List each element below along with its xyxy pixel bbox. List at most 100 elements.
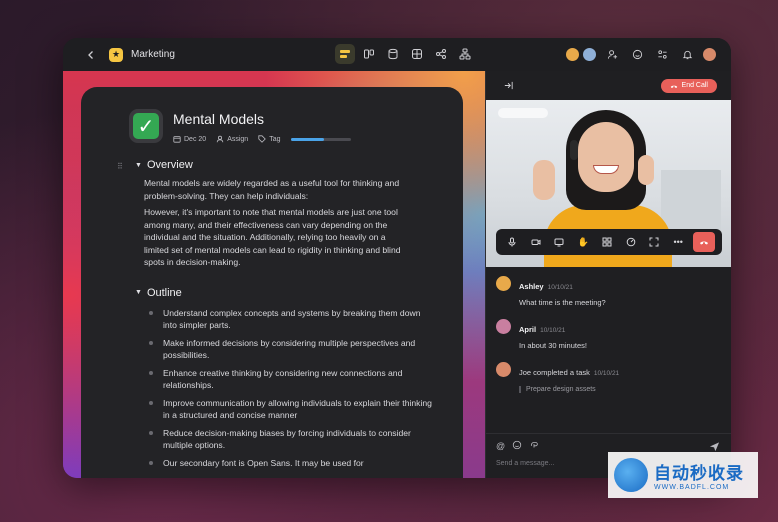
progress-fill <box>290 137 324 141</box>
message-time: 10/10/21 <box>547 284 573 291</box>
collapse-panel-icon[interactable] <box>498 76 518 96</box>
database-icon[interactable] <box>383 44 403 64</box>
more-icon[interactable]: ••• <box>669 233 687 251</box>
avatar[interactable] <box>496 319 511 334</box>
assign-chip[interactable]: Assign <box>216 135 248 143</box>
date-label: Dec 20 <box>184 135 207 143</box>
speed-gauge-icon[interactable] <box>622 233 640 251</box>
list-item-text: Reduce decision-making biases by forcing… <box>163 427 411 451</box>
sender-name: Joe completed a task <box>519 368 590 377</box>
overview-paragraph-2: However, it's important to note that men… <box>144 207 401 267</box>
chat-message: Ashley 10/10/21 What time is the meeting? <box>486 276 731 307</box>
bullet-icon <box>149 460 153 465</box>
list-item-text: Enhance creative thinking by considering… <box>163 367 403 391</box>
user-avatar[interactable] <box>702 46 717 62</box>
raise-hand-icon[interactable]: ✋ <box>574 233 592 251</box>
settings-icon[interactable] <box>652 44 672 64</box>
camera-icon[interactable] <box>527 233 545 251</box>
hang-up-button[interactable] <box>693 232 715 252</box>
sender-name: Ashley <box>519 282 544 291</box>
attach-icon[interactable] <box>529 440 539 452</box>
bullet-icon <box>149 340 153 345</box>
list-item: Enhance creative thinking by considering… <box>144 367 434 392</box>
list-item-text: Make informed decisions by considering m… <box>163 337 416 361</box>
watermark-url: WWW.BADFL.COM <box>654 484 730 491</box>
tag-label: Tag <box>269 135 281 143</box>
watermark-text: 自动秒收录 <box>654 464 744 483</box>
watermark: 自动秒收录 WWW.BADFL.COM <box>608 452 758 498</box>
overview-paragraph-1: Mental models are widely regarded as a u… <box>144 178 400 201</box>
drag-handle-icon[interactable]: ⠿ <box>117 162 123 171</box>
message-text: In about 30 minutes! <box>519 341 587 350</box>
end-call-label: End Call <box>681 82 708 89</box>
list-item-text: Understand complex concepts and systems … <box>163 307 421 331</box>
outline-list: Understand complex concepts and systems … <box>135 307 463 470</box>
assign-label: Assign <box>227 135 249 143</box>
task-reference[interactable]: Prepare design assets <box>519 386 619 393</box>
add-user-icon[interactable] <box>602 44 622 64</box>
end-call-button[interactable]: End Call <box>660 78 717 93</box>
list-item-text: Improve communication by allowing indivi… <box>163 397 432 421</box>
bullet-icon <box>149 400 153 405</box>
list-item: Understand complex concepts and systems … <box>144 307 434 332</box>
workspace-title: Marketing <box>131 49 175 60</box>
call-panel: End Call ✋ ••• Ashley 10/10/21 What time… <box>485 71 731 478</box>
list-item-text: Our secondary font is Open Sans. It may … <box>163 457 364 468</box>
collaborator-avatar[interactable] <box>565 46 580 62</box>
bell-icon[interactable] <box>677 44 697 64</box>
calendar-icon <box>173 136 181 143</box>
page-title[interactable]: Mental Models <box>173 111 351 127</box>
checkmark-icon[interactable]: ✓ <box>129 109 163 143</box>
caret-down-icon[interactable]: ▼ <box>135 289 142 296</box>
overview-heading[interactable]: ▼ Overview <box>135 159 463 171</box>
watermark-logo-icon <box>614 458 648 492</box>
phone-icon <box>700 241 708 245</box>
tag-icon <box>258 135 266 143</box>
chat-message: Joe completed a task 10/10/21 Prepare des… <box>486 362 731 393</box>
hierarchy-icon[interactable] <box>455 44 475 64</box>
emoji-icon[interactable] <box>512 440 522 452</box>
outline-heading[interactable]: ▼ Outline <box>135 287 463 299</box>
chat-messages: Ashley 10/10/21 What time is the meeting?… <box>486 276 731 405</box>
date-chip[interactable]: Dec 20 <box>173 135 206 143</box>
document-icon[interactable] <box>335 44 355 64</box>
caret-down-icon[interactable]: ▼ <box>135 162 142 169</box>
emoji-icon[interactable] <box>627 44 647 64</box>
microphone-icon[interactable] <box>503 233 521 251</box>
tag-chip[interactable]: Tag <box>258 135 281 143</box>
overview-section: ⠿ ▼ Overview Mental models are widely re… <box>81 159 463 269</box>
bullet-icon <box>149 370 153 375</box>
sender-name: April <box>519 325 537 334</box>
layout-grid-icon[interactable] <box>598 233 616 251</box>
person-face <box>578 122 634 192</box>
headset-icon <box>570 140 578 160</box>
document-area: ✓ Mental Models Dec 20 Assign Tag ⠿ ▼ Ov… <box>63 71 485 478</box>
phone-icon <box>670 85 677 88</box>
avatar[interactable] <box>496 276 511 291</box>
bullet-icon <box>149 430 153 435</box>
avatar[interactable] <box>496 362 511 377</box>
list-item: Reduce decision-making biases by forcing… <box>144 427 434 452</box>
share-icon[interactable] <box>431 44 451 64</box>
mention-icon[interactable]: @ <box>496 441 505 451</box>
list-item: Our secondary font is Open Sans. It may … <box>144 457 434 470</box>
chevron-left-icon[interactable] <box>81 45 101 65</box>
bullet-icon <box>149 310 153 315</box>
columns-icon[interactable] <box>359 44 379 64</box>
grid-icon[interactable] <box>407 44 427 64</box>
overview-heading-text: Overview <box>146 159 193 171</box>
outline-section: ▼ Outline Understand complex concepts an… <box>81 287 463 470</box>
screen-share-icon[interactable] <box>550 233 568 251</box>
person-hand <box>638 155 654 185</box>
user-icon <box>216 135 224 143</box>
message-time: 10/10/21 <box>593 370 620 377</box>
list-item: Improve communication by allowing indivi… <box>144 397 434 422</box>
message-time: 10/10/21 <box>540 327 566 334</box>
message-text: What time is the meeting? <box>519 298 606 307</box>
collaborator-avatar[interactable] <box>582 46 597 62</box>
fullscreen-icon[interactable] <box>645 233 663 251</box>
chat-message: April 10/10/21 In about 30 minutes! <box>486 319 731 350</box>
document-card: ✓ Mental Models Dec 20 Assign Tag ⠿ ▼ Ov… <box>81 87 463 478</box>
background-lamp <box>498 108 548 118</box>
view-switcher <box>335 44 475 64</box>
